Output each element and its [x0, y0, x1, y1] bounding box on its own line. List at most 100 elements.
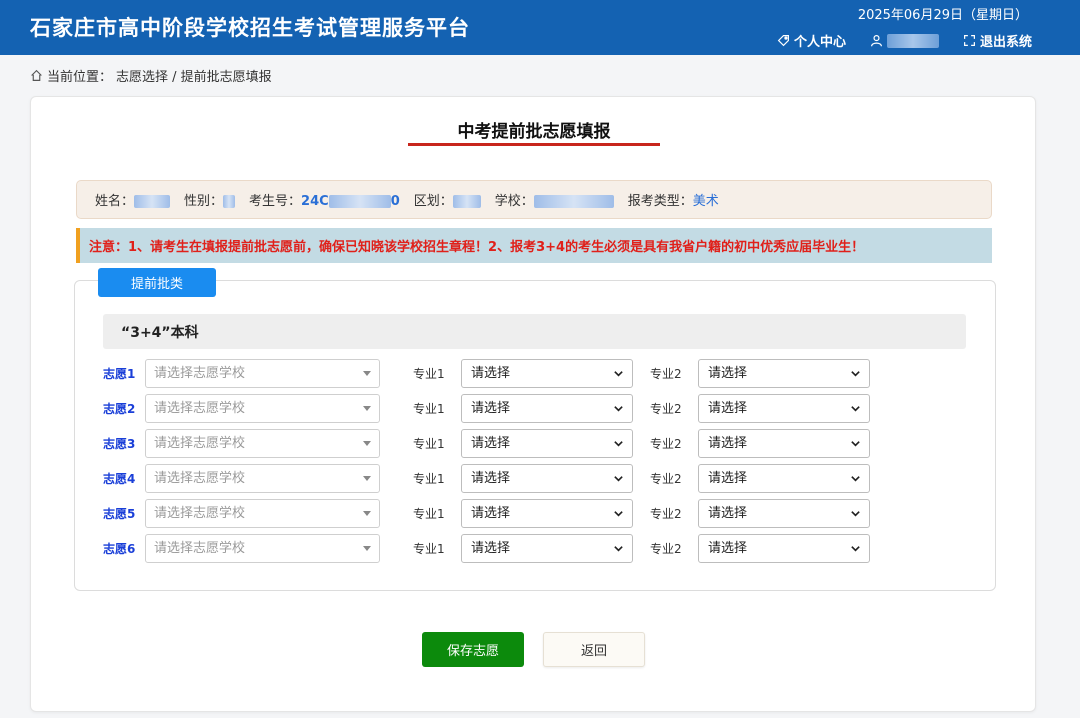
chevron-down-icon — [851, 546, 860, 552]
chevron-down-icon — [614, 406, 623, 412]
chevron-down-icon — [851, 406, 860, 412]
major2-label: 专业2 — [650, 402, 682, 416]
caret-down-icon — [363, 511, 371, 516]
school-placeholder: 请选择志愿学校 — [154, 366, 246, 381]
district-field: 区划： — [414, 190, 481, 209]
exam-no-label: 考生号： — [249, 194, 302, 209]
top-header: 石家庄市高中阶段学校招生考试管理服务平台 2025年06月29日（星期日） 个人… — [0, 0, 1080, 55]
wish-row: 志愿1 请选择志愿学校 专业1 请选择 专业2 请选择 — [103, 359, 903, 388]
tab-early-batch[interactable]: 提前批类 — [98, 268, 216, 297]
chevron-down-icon — [614, 546, 623, 552]
school-label: 学校： — [494, 194, 534, 209]
caret-down-icon — [363, 371, 371, 376]
major2-value: 请选择 — [708, 541, 748, 556]
student-info-bar: 姓名： 性别： 考生号：24C 0 区划： 学校： 报考类型：美术 — [76, 180, 992, 219]
breadcrumb-path: 志愿选择 / 提前批志愿填报 — [116, 70, 272, 85]
logout-link[interactable]: 退出系统 — [963, 31, 1032, 50]
major2-select[interactable]: 请选择 — [698, 429, 870, 458]
major1-label: 专业1 — [413, 367, 445, 381]
wish-label: 志愿3 — [103, 437, 136, 451]
user-icon — [871, 35, 882, 47]
major1-value: 请选择 — [471, 541, 511, 556]
school-placeholder: 请选择志愿学校 — [154, 436, 246, 451]
major1-select[interactable]: 请选择 — [461, 394, 633, 423]
wish-label: 志愿1 — [103, 367, 136, 381]
caret-down-icon — [363, 441, 371, 446]
major2-label: 专业2 — [650, 437, 682, 451]
major2-value: 请选择 — [708, 366, 748, 381]
name-label: 姓名： — [95, 194, 135, 209]
exam-no-suffix: 0 — [390, 194, 400, 209]
chevron-down-icon — [851, 511, 860, 517]
gender-masked — [223, 195, 236, 208]
major1-value: 请选择 — [471, 366, 511, 381]
major1-select[interactable]: 请选择 — [461, 359, 633, 388]
major2-select[interactable]: 请选择 — [698, 394, 870, 423]
exam-no-prefix: 24C — [301, 194, 329, 209]
caret-down-icon — [363, 476, 371, 481]
chevron-down-icon — [851, 371, 860, 377]
main-card: 中考提前批志愿填报 姓名： 性别： 考生号：24C 0 区划： 学校： 报考类型：… — [30, 96, 1036, 712]
school-select[interactable]: 请选择志愿学校 — [145, 464, 380, 493]
major2-select[interactable]: 请选择 — [698, 499, 870, 528]
category-label: 报考类型： — [627, 194, 693, 209]
school-select[interactable]: 请选择志愿学校 — [145, 534, 380, 563]
major1-value: 请选择 — [471, 436, 511, 451]
header-actions: 个人中心 退出系统 — [777, 31, 1032, 50]
district-masked — [452, 195, 481, 208]
name-field: 姓名： — [95, 190, 171, 209]
major1-label: 专业1 — [413, 437, 445, 451]
name-masked — [134, 195, 171, 208]
wish-row: 志愿3 请选择志愿学校 专业1 请选择 专业2 请选择 — [103, 429, 903, 458]
major1-select[interactable]: 请选择 — [461, 499, 633, 528]
major2-label: 专业2 — [650, 542, 682, 556]
caret-down-icon — [363, 546, 371, 551]
major2-label: 专业2 — [650, 472, 682, 486]
category-value: 美术 — [692, 194, 719, 209]
major1-label: 专业1 — [413, 542, 445, 556]
user-name[interactable] — [870, 31, 939, 50]
major1-select[interactable]: 请选择 — [461, 534, 633, 563]
school-select[interactable]: 请选择志愿学校 — [145, 499, 380, 528]
school-select[interactable]: 请选择志愿学校 — [145, 394, 380, 423]
school-placeholder: 请选择志愿学校 — [154, 401, 246, 416]
personal-center-label: 个人中心 — [793, 35, 846, 50]
save-button[interactable]: 保存志愿 — [422, 632, 524, 667]
chevron-down-icon — [614, 476, 623, 482]
major2-select[interactable]: 请选择 — [698, 464, 870, 493]
major2-select[interactable]: 请选择 — [698, 359, 870, 388]
school-select[interactable]: 请选择志愿学校 — [145, 359, 380, 388]
school-placeholder: 请选择志愿学校 — [154, 541, 246, 556]
school-masked — [533, 195, 614, 208]
major1-value: 请选择 — [471, 401, 511, 416]
breadcrumb-prefix: 当前位置： — [47, 70, 113, 85]
major1-value: 请选择 — [471, 471, 511, 486]
school-field: 学校： — [495, 190, 614, 209]
personal-center-link[interactable]: 个人中心 — [777, 31, 846, 50]
back-button[interactable]: 返回 — [543, 632, 645, 667]
wish-label: 志愿5 — [103, 507, 136, 521]
notice-banner: 注意：1、请考生在填报提前批志愿前，确保已知晓该学校招生章程！2、报考3+4的考… — [76, 228, 992, 263]
wish-row: 志愿4 请选择志愿学校 专业1 请选择 专业2 请选择 — [103, 464, 903, 493]
major1-select[interactable]: 请选择 — [461, 464, 633, 493]
major2-select[interactable]: 请选择 — [698, 534, 870, 563]
major2-value: 请选择 — [708, 471, 748, 486]
major2-value: 请选择 — [708, 436, 748, 451]
wish-label: 志愿2 — [103, 402, 136, 416]
school-placeholder: 请选择志愿学校 — [154, 471, 246, 486]
caret-down-icon — [363, 406, 371, 411]
major2-value: 请选择 — [708, 401, 748, 416]
major1-select[interactable]: 请选择 — [461, 429, 633, 458]
wish-row: 志愿5 请选择志愿学校 专业1 请选择 专业2 请选择 — [103, 499, 903, 528]
major1-value: 请选择 — [471, 506, 511, 521]
chevron-down-icon — [614, 441, 623, 447]
wish-row: 志愿2 请选择志愿学校 专业1 请选择 专业2 请选择 — [103, 394, 903, 423]
wish-label: 志愿4 — [103, 472, 136, 486]
user-name-masked — [886, 33, 939, 48]
school-select[interactable]: 请选择志愿学校 — [145, 429, 380, 458]
gender-field: 性别： — [184, 190, 236, 209]
major2-label: 专业2 — [650, 507, 682, 521]
category-field: 报考类型：美术 — [628, 190, 719, 209]
title-underline — [408, 143, 660, 146]
section-title: “3+4”本科 — [103, 314, 966, 349]
